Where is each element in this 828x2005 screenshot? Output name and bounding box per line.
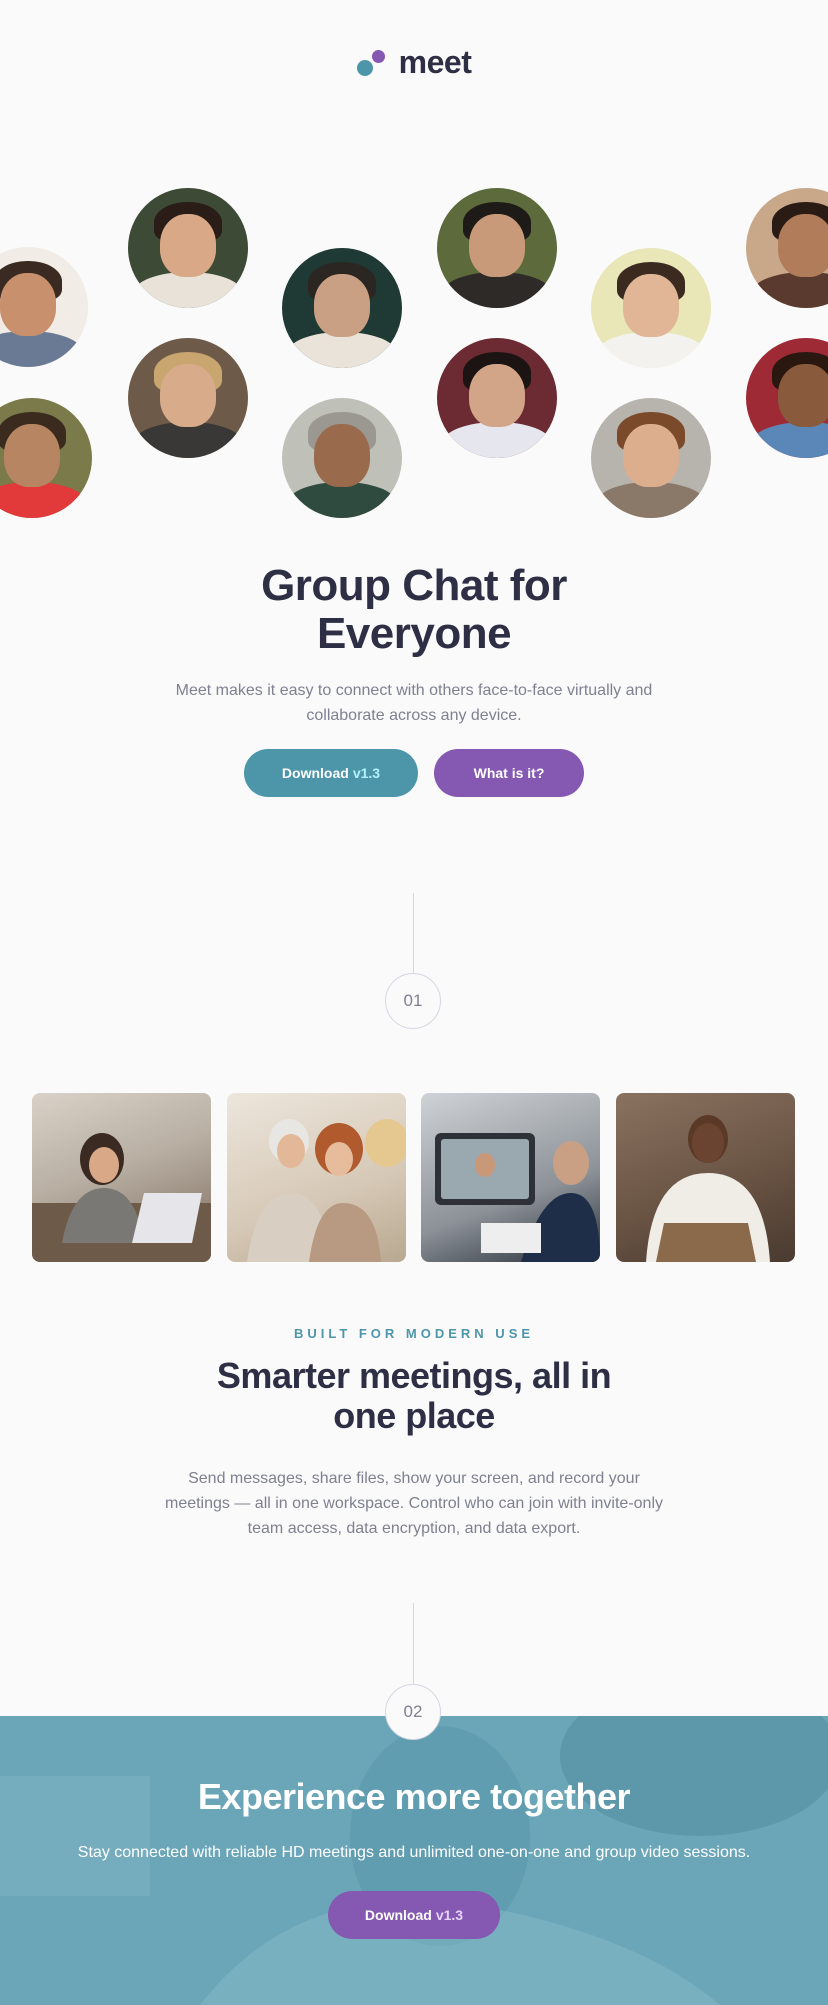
photo-women-phone-art (247, 1119, 406, 1262)
hero-subtitle-line: collaborate across any device. (306, 707, 522, 724)
section-title: Smarter meetings, all in one place (0, 1356, 828, 1436)
landing-page: meet Group Chat for Everyone Meet makes … (0, 0, 828, 2005)
hero-title-line: Everyone (316, 609, 512, 658)
avatar-photo (0, 398, 92, 518)
download-button[interactable]: Download v1.3 (244, 749, 418, 797)
hero-subtitle: Meet makes it easy to connect with other… (164, 678, 664, 728)
avatar-photo (128, 338, 248, 458)
avatar-photo (746, 338, 828, 458)
avatar-photo (591, 248, 711, 368)
section-title-line: Smarter meetings, all in (216, 1355, 612, 1396)
avatar-photo (437, 188, 557, 308)
avatar-photo (591, 398, 711, 518)
hero-subtitle-line: Meet makes it easy to connect with other… (175, 682, 653, 699)
avatar-photo (746, 188, 828, 308)
avatar-collage (0, 0, 828, 540)
section-body: Send messages, share files, show your sc… (159, 1466, 669, 1541)
section-title-line: one place (333, 1395, 495, 1436)
avatar-photo (282, 248, 402, 368)
section-body-line: Send messages, share files, show your sc… (188, 1470, 640, 1487)
photo-man-phone-art (646, 1115, 770, 1262)
banner-download-button[interactable]: Download v1.3 (328, 1891, 500, 1939)
download-button-label: Download (281, 765, 349, 781)
hero-title-line: Group Chat for (261, 561, 567, 610)
avatar-photo (128, 188, 248, 308)
avatar-photo (437, 338, 557, 458)
banner-subtitle: Stay connected with reliable HD meetings… (77, 1844, 751, 1861)
banner-download-version: v1.3 (435, 1907, 464, 1923)
step-marker-02: 02 (385, 1684, 441, 1740)
photo-woman-laptop (32, 1093, 211, 1262)
avatar-photo (0, 247, 88, 367)
photo-video-call-art (435, 1133, 600, 1262)
photo-man-phone (616, 1093, 795, 1262)
section-body-line: team access, data encryption, and data e… (247, 1520, 581, 1537)
section-body-line: meetings — all in one workspace. Control… (164, 1495, 663, 1512)
what-is-it-button[interactable]: What is it? (434, 749, 584, 797)
banner-download-label: Download (364, 1907, 432, 1923)
banner-title: Experience more together (197, 1776, 631, 1817)
step-connector-line (413, 893, 414, 973)
photo-woman-laptop-art (32, 1133, 211, 1262)
photo-women-phone (227, 1093, 406, 1262)
photo-video-call (421, 1093, 600, 1262)
hero-title: Group Chat for Everyone (0, 562, 828, 658)
what-is-it-button-label: What is it? (473, 765, 545, 781)
download-button-version: v1.3 (352, 765, 381, 781)
avatar-photo (282, 398, 402, 518)
step-marker-01: 01 (385, 973, 441, 1029)
section-eyebrow: BUILT FOR MODERN USE (293, 1326, 535, 1341)
